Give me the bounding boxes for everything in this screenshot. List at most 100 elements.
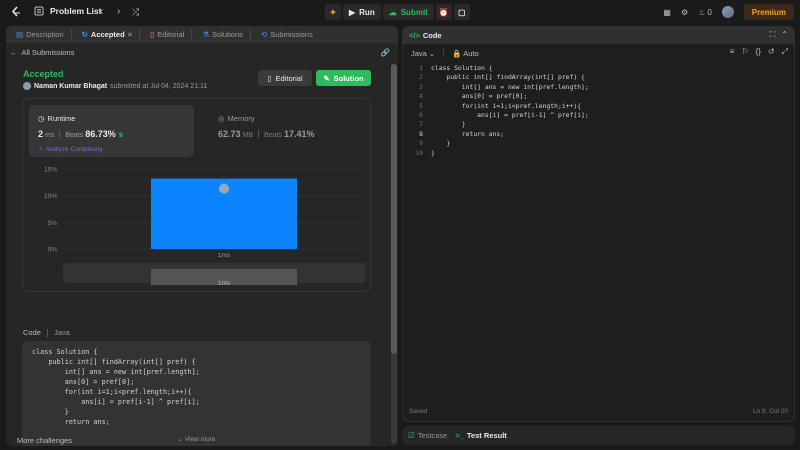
timer-button[interactable]: ⏰ bbox=[435, 4, 452, 20]
line-number: 1 bbox=[419, 64, 423, 72]
code-line: int[] ans = new int[pref.length]; bbox=[32, 368, 200, 376]
tab-description[interactable]: ▤ Description bbox=[12, 26, 76, 43]
history-icon: ⟲ bbox=[260, 30, 268, 39]
bookmark-icon[interactable]: ⚐ bbox=[741, 47, 748, 57]
line-number: 2 bbox=[419, 73, 423, 82]
arrow-left-icon[interactable]: ← bbox=[10, 48, 18, 57]
format-icon[interactable]: ≡ bbox=[730, 47, 735, 57]
line-text: public int[] findArray(int[] pref) { bbox=[431, 73, 585, 82]
streak-counter[interactable]: ♨ 0 bbox=[698, 8, 712, 17]
fullscreen-icon[interactable]: ⤢ bbox=[782, 47, 788, 57]
language-select[interactable]: Java ⌄ bbox=[411, 49, 435, 58]
runtime-distribution-chart: 0% 5% 10% 15% 1ms 1ms bbox=[44, 167, 365, 287]
tab-test-result[interactable]: >_ Test Result bbox=[455, 431, 506, 440]
tab-accepted[interactable]: ↻ Accepted × bbox=[78, 26, 144, 43]
tab-submissions[interactable]: ⟲ Submissions bbox=[257, 26, 317, 43]
notes-button[interactable]: ▢ bbox=[453, 4, 470, 20]
debug-button[interactable]: ✦ bbox=[325, 4, 341, 20]
editor-status-bar: Saved Ln 8, Col 20 bbox=[409, 408, 788, 415]
checkbox-icon: ☑ bbox=[408, 431, 415, 440]
close-tab-icon[interactable]: × bbox=[128, 30, 132, 39]
y-tick-label: 15% bbox=[44, 167, 57, 174]
analyze-complexity-link[interactable]: ✧ Analyze Complexity bbox=[38, 145, 103, 154]
streak-count: 0 bbox=[707, 7, 712, 17]
stats-card: ◷ Runtime 2 ms Beats 86.73% ♛ ✧ Analyze … bbox=[22, 98, 371, 292]
cursor-position: Ln 8, Col 20 bbox=[752, 408, 788, 415]
scrollbar-thumb[interactable] bbox=[391, 64, 397, 354]
console-panel: ☑ Testcase >_ Test Result bbox=[402, 426, 795, 445]
line-number: 9 bbox=[419, 139, 423, 148]
tab-code[interactable]: </> Code bbox=[409, 31, 442, 40]
submit-label: Submit bbox=[400, 7, 428, 17]
all-submissions-link[interactable]: All Submissions bbox=[22, 48, 75, 57]
save-status: Saved bbox=[409, 408, 428, 415]
edit-icon: ✎ bbox=[323, 73, 330, 83]
shuffle-icon[interactable]: ⤮ bbox=[132, 6, 139, 18]
tab-editorial[interactable]: ▯ Editorial bbox=[146, 26, 196, 43]
runtime-beats: 86.73% bbox=[85, 129, 116, 139]
memory-icon: ◎ bbox=[218, 114, 225, 123]
trophy-icon: ♛ bbox=[117, 132, 125, 139]
terminal-icon: >_ bbox=[455, 431, 464, 440]
runtime-box[interactable]: ◷ Runtime 2 ms Beats 86.73% ♛ ✧ Analyze … bbox=[29, 105, 194, 157]
runtime-unit: ms bbox=[45, 132, 55, 139]
runtime-value: 2 bbox=[38, 129, 44, 139]
next-problem-icon[interactable]: › bbox=[117, 6, 120, 18]
premium-button[interactable]: Premium bbox=[743, 4, 794, 20]
grid-icon[interactable]: ▦ bbox=[663, 8, 671, 17]
code-line: ans[0] = pref[0]; bbox=[32, 378, 135, 386]
more-challenges-heading: More challenges bbox=[17, 436, 73, 445]
submission-status: Accepted bbox=[23, 69, 64, 79]
line-text: ans[0] = pref[0]; bbox=[431, 92, 528, 101]
share-link-icon[interactable]: 🔗 bbox=[381, 48, 390, 57]
settings-icon[interactable]: ⚙ bbox=[681, 8, 688, 17]
reset-icon[interactable]: ↺ bbox=[768, 47, 775, 57]
chevrons-down-icon: ⌄ bbox=[177, 436, 184, 443]
line-text: int[] ans = new int[pref.length]; bbox=[431, 82, 589, 91]
cloud-upload-icon: ☁ bbox=[388, 7, 397, 17]
line-text: } bbox=[431, 139, 451, 148]
line-text: for(int i=1;i<pref.length;i++){ bbox=[431, 101, 582, 110]
code-block: class Solution { public int[] findArray(… bbox=[32, 347, 200, 427]
maximize-icon[interactable]: ⛶ bbox=[770, 30, 776, 40]
author-name[interactable]: Naman Kumar Bhagat bbox=[34, 83, 107, 90]
submit-button[interactable]: ☁ Submit bbox=[382, 4, 434, 20]
line-number: 10 bbox=[415, 148, 423, 157]
code-editor-panel: </> Code ⛶ ⌃ Java ⌄ 🔒 Auto ≡ ⚐ {} ↺ ⤢ 1c… bbox=[402, 26, 795, 422]
flask-icon: ⚗ bbox=[202, 30, 210, 39]
solution-button[interactable]: ✎ Solution bbox=[316, 70, 371, 86]
code-line: class Solution { bbox=[32, 348, 98, 356]
bug-icon: ✦ bbox=[329, 7, 337, 17]
author-avatar bbox=[23, 82, 31, 90]
problem-list-link[interactable]: Problem List bbox=[50, 6, 101, 16]
tab-testcase[interactable]: ☑ Testcase bbox=[408, 431, 447, 440]
back-row: ← All Submissions 🔗 bbox=[10, 46, 390, 58]
lock-icon: 🔒 bbox=[452, 48, 462, 58]
code-language: Java bbox=[53, 328, 70, 337]
view-more-button[interactable]: ⌄ View more bbox=[22, 435, 371, 443]
tab-solutions[interactable]: ⚗ Solutions bbox=[198, 26, 255, 43]
memory-value: 62.73 bbox=[218, 129, 241, 139]
line-text: ans[i] = pref[i-1] ^ pref[i]; bbox=[431, 111, 589, 119]
code-label: Code bbox=[23, 328, 41, 337]
collapse-icon[interactable]: ⌃ bbox=[781, 30, 788, 40]
memory-beats: 17.41% bbox=[283, 129, 315, 139]
code-editor[interactable]: 1 class Solution { 2 public int[] findArra… bbox=[403, 64, 794, 404]
runtime-beats-label: Beats bbox=[65, 132, 84, 139]
left-panel: ▤ Description ↻ Accepted × ▯ Editorial ⚗… bbox=[6, 26, 398, 446]
play-icon: ▶ bbox=[349, 7, 356, 17]
line-text: class Solution { bbox=[431, 64, 493, 72]
list-icon[interactable] bbox=[34, 6, 44, 16]
run-button[interactable]: ▶ Run bbox=[343, 4, 381, 20]
left-tabs: ▤ Description ↻ Accepted × ▯ Editorial ⚗… bbox=[6, 26, 398, 43]
braces-icon[interactable]: {} bbox=[756, 47, 761, 57]
auto-mode-toggle[interactable]: 🔒 Auto bbox=[452, 49, 478, 58]
memory-box[interactable]: ◎ Memory 62.73 MB Beats 17.41% bbox=[209, 105, 359, 157]
leetcode-logo[interactable] bbox=[10, 6, 22, 18]
editorial-button[interactable]: ▯ Editorial bbox=[258, 70, 312, 86]
code-line: ans[i] = pref[i-1] ^ pref[i]; bbox=[32, 398, 200, 406]
line-number: 4 bbox=[419, 92, 423, 101]
top-nav: Problem List ‹ › ⤮ ✦ ▶ Run ☁ Submit ⏰ ▢ … bbox=[0, 0, 800, 24]
avatar[interactable] bbox=[721, 6, 734, 18]
prev-problem-icon[interactable]: ‹ bbox=[100, 6, 103, 18]
